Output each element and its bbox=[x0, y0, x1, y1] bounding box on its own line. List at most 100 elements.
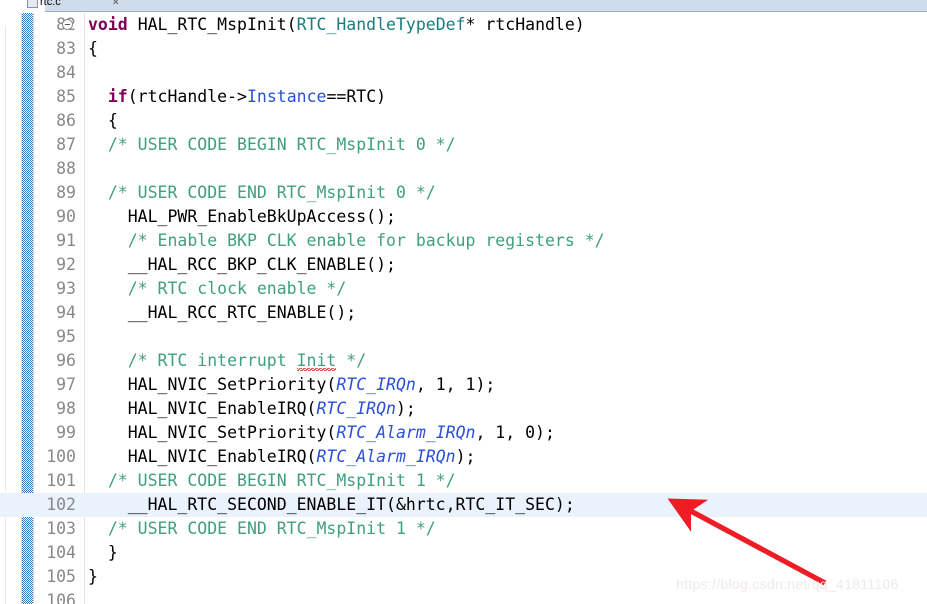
code-token: /* Enable BKP CLK enable for backup regi… bbox=[88, 231, 605, 250]
code-line[interactable]: 82void HAL_RTC_MspInit(RTC_HandleTypeDef… bbox=[0, 13, 927, 37]
code-line[interactable]: 94 __HAL_RCC_RTC_ENABLE(); bbox=[0, 301, 927, 325]
code-token: RTC_HandleTypeDef bbox=[296, 15, 466, 34]
code-line[interactable]: 102 __HAL_RTC_SECOND_ENABLE_IT(&hrtc,RTC… bbox=[0, 493, 927, 517]
line-number: 93 bbox=[56, 279, 76, 298]
code-token: /* RTC clock enable */ bbox=[88, 279, 347, 298]
code-token: __HAL_RTC_SECOND_ENABLE_IT(&hrtc,RTC_IT_… bbox=[88, 495, 575, 514]
code-line[interactable]: 100 HAL_NVIC_EnableIRQ(RTC_Alarm_IRQn); bbox=[0, 445, 927, 469]
code-line[interactable]: 91 /* Enable BKP CLK enable for backup r… bbox=[0, 229, 927, 253]
code-token: RTC_IRQn bbox=[336, 375, 416, 394]
line-number: 105 bbox=[46, 567, 76, 586]
code-line[interactable]: 97 HAL_NVIC_SetPriority(RTC_IRQn, 1, 1); bbox=[0, 373, 927, 397]
code-token: } bbox=[88, 543, 118, 562]
code-text: /* Enable BKP CLK enable for backup regi… bbox=[88, 229, 605, 253]
line-number: 92 bbox=[56, 255, 76, 274]
editor-tab-strip: rtc.c ✕ bbox=[0, 0, 927, 13]
code-text: HAL_NVIC_SetPriority(RTC_IRQn, 1, 1); bbox=[88, 373, 496, 397]
code-token: /* USER CODE BEGIN RTC_MspInit 1 */ bbox=[88, 471, 456, 490]
editor-window: rtc.c ✕ 82void HAL_RTC_MspInit(RTC_Handl… bbox=[0, 0, 927, 604]
code-line[interactable]: 84 bbox=[0, 61, 927, 85]
code-token: HAL_NVIC_SetPriority( bbox=[88, 375, 337, 394]
code-text: __HAL_RCC_BKP_CLK_ENABLE(); bbox=[88, 253, 396, 277]
code-text: HAL_PWR_EnableBkUpAccess(); bbox=[88, 205, 396, 229]
code-text: /* RTC clock enable */ bbox=[88, 277, 347, 301]
code-token: } bbox=[88, 567, 98, 586]
code-line[interactable]: 85 if(rtcHandle->Instance==RTC) bbox=[0, 85, 927, 109]
code-token: RTC_Alarm_IRQn bbox=[316, 447, 456, 466]
tab-rtc-c[interactable] bbox=[45, 0, 927, 12]
code-text: /* USER CODE BEGIN RTC_MspInit 1 */ bbox=[88, 469, 456, 493]
code-line[interactable]: 89 /* USER CODE END RTC_MspInit 0 */ bbox=[0, 181, 927, 205]
c-source-file-icon bbox=[27, 0, 38, 8]
line-number: 88 bbox=[56, 159, 76, 178]
code-line[interactable]: 98 HAL_NVIC_EnableIRQ(RTC_IRQn); bbox=[0, 397, 927, 421]
code-text: __HAL_RTC_SECOND_ENABLE_IT(&hrtc,RTC_IT_… bbox=[88, 493, 575, 517]
code-text: /* USER CODE BEGIN RTC_MspInit 0 */ bbox=[88, 133, 456, 157]
code-line[interactable]: 83 { bbox=[0, 37, 927, 61]
code-line[interactable]: 92 __HAL_RCC_BKP_CLK_ENABLE(); bbox=[0, 253, 927, 277]
line-number: 102 bbox=[46, 495, 76, 514]
code-token: { bbox=[88, 39, 98, 58]
line-number: 89 bbox=[56, 183, 76, 202]
code-text: HAL_NVIC_SetPriority(RTC_Alarm_IRQn, 1, … bbox=[88, 421, 555, 445]
code-token: , 1, 0); bbox=[475, 423, 555, 442]
code-line[interactable]: 95 bbox=[0, 325, 927, 349]
line-number: 97 bbox=[56, 375, 76, 394]
code-line[interactable]: 90 HAL_PWR_EnableBkUpAccess(); bbox=[0, 205, 927, 229]
code-token: ==RTC) bbox=[326, 87, 387, 106]
code-line[interactable]: 101 /* USER CODE BEGIN RTC_MspInit 1 */ bbox=[0, 469, 927, 493]
code-token: HAL_PWR_EnableBkUpAccess(); bbox=[88, 207, 396, 226]
code-line[interactable]: 86 { bbox=[0, 109, 927, 133]
code-line[interactable]: 96 /* RTC interrupt Init */ bbox=[0, 349, 927, 373]
code-line[interactable]: 103 /* USER CODE END RTC_MspInit 1 */ bbox=[0, 517, 927, 541]
code-line[interactable]: 88 bbox=[0, 157, 927, 181]
code-token: void bbox=[88, 15, 128, 34]
line-number: 94 bbox=[56, 303, 76, 322]
code-token: __HAL_RCC_RTC_ENABLE(); bbox=[88, 303, 357, 322]
watermark-url: https://blog.csdn.net/qq_41811106 bbox=[676, 576, 899, 592]
line-number: 86 bbox=[56, 111, 76, 130]
code-text: __HAL_RCC_RTC_ENABLE(); bbox=[88, 301, 356, 325]
code-text: /* USER CODE END RTC_MspInit 1 */ bbox=[88, 517, 436, 541]
line-number: 91 bbox=[56, 231, 76, 250]
code-token: HAL_RTC_MspInit( bbox=[137, 15, 297, 34]
code-token: Instance bbox=[246, 87, 327, 106]
code-token: HAL_NVIC_EnableIRQ( bbox=[88, 447, 317, 466]
code-text: /* RTC interrupt Init */ bbox=[88, 349, 366, 373]
code-token: ); bbox=[455, 447, 476, 466]
code-token: /* USER CODE BEGIN RTC_MspInit 0 */ bbox=[88, 135, 456, 154]
code-text: } bbox=[88, 565, 98, 589]
code-text: HAL_NVIC_EnableIRQ(RTC_Alarm_IRQn); bbox=[88, 445, 476, 469]
line-number: 99 bbox=[56, 423, 76, 442]
code-token: RTC_Alarm_IRQn bbox=[336, 423, 476, 442]
line-number: 83 bbox=[56, 39, 76, 58]
code-text: } bbox=[88, 541, 118, 565]
code-token: */ bbox=[336, 351, 367, 370]
code-line[interactable]: 93 /* RTC clock enable */ bbox=[0, 277, 927, 301]
line-number: 100 bbox=[46, 447, 76, 466]
code-line[interactable]: 104 } bbox=[0, 541, 927, 565]
code-text: HAL_NVIC_EnableIRQ(RTC_IRQn); bbox=[88, 397, 416, 421]
code-text: /* USER CODE END RTC_MspInit 0 */ bbox=[88, 181, 436, 205]
code-token: HAL_NVIC_SetPriority( bbox=[88, 423, 337, 442]
line-number: 90 bbox=[56, 207, 76, 226]
line-number: 101 bbox=[46, 471, 76, 490]
code-token: RTC_IRQn bbox=[316, 399, 396, 418]
line-number: 87 bbox=[56, 135, 76, 154]
code-token: , 1, 1); bbox=[415, 375, 496, 394]
code-token: ); bbox=[395, 399, 416, 418]
line-number: 84 bbox=[56, 63, 76, 82]
code-editor-area[interactable]: 82void HAL_RTC_MspInit(RTC_HandleTypeDef… bbox=[0, 13, 927, 604]
code-token: HAL_NVIC_EnableIRQ( bbox=[88, 399, 317, 418]
close-icon[interactable]: ✕ bbox=[112, 0, 120, 8]
code-line[interactable]: 87 /* USER CODE BEGIN RTC_MspInit 0 */ bbox=[0, 133, 927, 157]
code-line[interactable]: 99 HAL_NVIC_SetPriority(RTC_Alarm_IRQn, … bbox=[0, 421, 927, 445]
line-number: 104 bbox=[46, 543, 76, 562]
code-token: /* USER CODE END RTC_MspInit 0 */ bbox=[88, 183, 436, 202]
code-lines: 82void HAL_RTC_MspInit(RTC_HandleTypeDef… bbox=[0, 13, 927, 604]
line-number: 106 bbox=[46, 591, 76, 604]
fold-collapse-icon[interactable] bbox=[62, 19, 73, 30]
code-token: __HAL_RCC_BKP_CLK_ENABLE(); bbox=[88, 255, 396, 274]
